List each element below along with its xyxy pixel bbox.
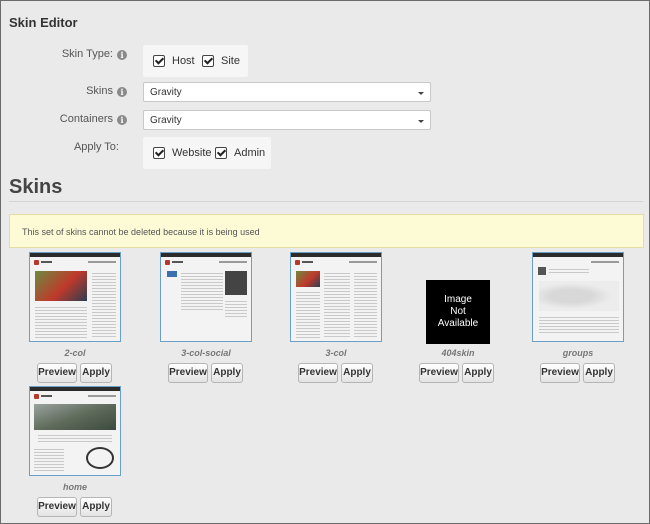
page-title: Skin Editor xyxy=(9,15,78,30)
preview-button[interactable]: Preview xyxy=(298,363,338,383)
skin-type-group: Host Site xyxy=(143,45,248,77)
chevron-down-icon xyxy=(418,120,424,123)
chevron-down-icon xyxy=(418,92,424,95)
info-icon[interactable]: i xyxy=(117,115,127,125)
apply-button[interactable]: Apply xyxy=(80,497,112,517)
skin-name: 2-col xyxy=(64,348,86,358)
apply-to-group: Website Admin xyxy=(143,137,271,169)
skins-select[interactable]: Gravity xyxy=(143,82,431,102)
skin-name: 404skin xyxy=(441,348,475,358)
skin-thumbnail-2-col[interactable] xyxy=(29,252,121,342)
admin-checkbox-label: Admin xyxy=(234,147,266,159)
preview-button[interactable]: Preview xyxy=(540,363,580,383)
preview-button[interactable]: Preview xyxy=(419,363,459,383)
skin-name: 3-col-social xyxy=(181,348,231,358)
containers-select[interactable]: Gravity xyxy=(143,110,431,130)
info-icon[interactable]: i xyxy=(117,50,127,60)
apply-button[interactable]: Apply xyxy=(80,363,112,383)
preview-button[interactable]: Preview xyxy=(37,363,77,383)
apply-button[interactable]: Apply xyxy=(583,363,615,383)
containers-label: Containers i xyxy=(9,113,127,125)
apply-button[interactable]: Apply xyxy=(341,363,373,383)
skin-thumbnail-home[interactable] xyxy=(29,386,121,476)
website-checkbox-label: Website xyxy=(172,147,212,159)
preview-button[interactable]: Preview xyxy=(168,363,208,383)
image-not-available-placeholder[interactable]: Image Not Available xyxy=(426,280,490,344)
skins-label: Skins i xyxy=(9,85,127,97)
site-checkbox[interactable] xyxy=(202,55,214,67)
apply-button[interactable]: Apply xyxy=(211,363,243,383)
skin-thumbnail-groups[interactable] xyxy=(532,252,624,342)
skin-thumbnail-3-col[interactable] xyxy=(290,252,382,342)
site-checkbox-label: Site xyxy=(221,55,240,67)
skin-name: groups xyxy=(562,348,594,358)
admin-checkbox[interactable] xyxy=(215,147,227,159)
divider xyxy=(9,201,643,202)
host-checkbox-label: Host xyxy=(172,55,195,67)
preview-button[interactable]: Preview xyxy=(37,497,77,517)
skin-type-label: Skin Type: i xyxy=(9,48,127,60)
host-checkbox[interactable] xyxy=(153,55,165,67)
info-icon[interactable]: i xyxy=(117,87,127,97)
skin-editor-panel: Skin Editor Skin Type: i Host Site Skins i… xyxy=(0,0,650,524)
skin-name: 3-col xyxy=(325,348,347,358)
warning-message: This set of skins cannot be deleted beca… xyxy=(9,214,644,248)
website-checkbox[interactable] xyxy=(153,147,165,159)
skin-thumbnail-3-col-social[interactable] xyxy=(160,252,252,342)
apply-to-label: Apply To: xyxy=(73,141,119,153)
skin-name: home xyxy=(62,482,87,492)
skins-heading: Skins xyxy=(9,176,63,198)
apply-button[interactable]: Apply xyxy=(462,363,494,383)
